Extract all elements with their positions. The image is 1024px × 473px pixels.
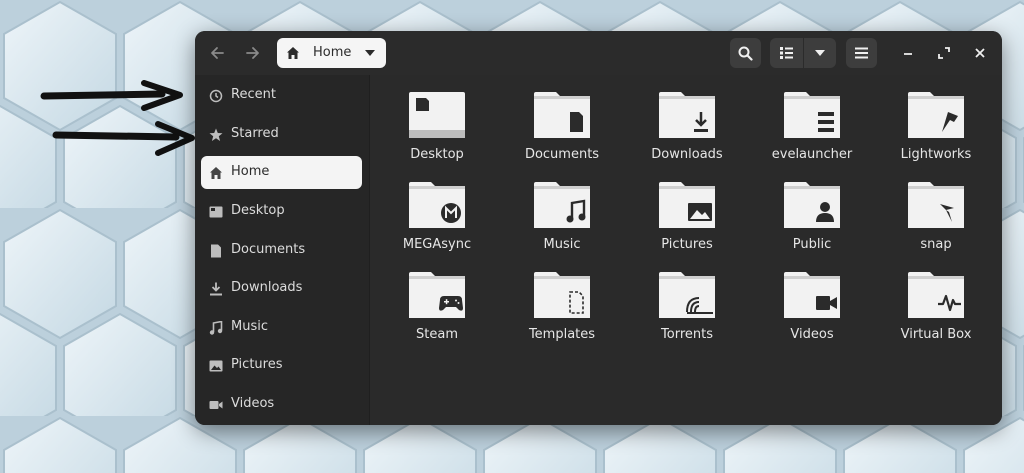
sidebar-item-label: Pictures [231, 357, 283, 372]
music-icon [209, 321, 223, 335]
file-item-music[interactable]: Music [507, 182, 617, 262]
sidebar: Recent Starred Home Desktop Documents Do… [195, 75, 370, 425]
document-icon [211, 244, 221, 258]
view-options-group [770, 38, 836, 68]
sidebar-item-desktop[interactable]: Desktop [201, 195, 362, 228]
file-item-label: Downloads [651, 147, 723, 162]
annotation-arrow-starred [52, 121, 195, 156]
back-button[interactable] [204, 39, 232, 67]
sidebar-item-label: Downloads [231, 280, 303, 295]
close-icon[interactable] [970, 43, 990, 63]
file-item-steam[interactable]: Steam [382, 272, 492, 352]
video-icon [209, 401, 223, 409]
file-item-snap[interactable]: snap [881, 182, 991, 262]
sidebar-item-pictures[interactable]: Pictures [201, 349, 362, 382]
file-item-evelauncher[interactable]: evelauncher [757, 92, 867, 172]
public-folder-icon [784, 182, 840, 228]
picture-icon [209, 360, 223, 372]
virtualbox-folder-icon [908, 272, 964, 318]
file-item-label: Pictures [661, 237, 713, 252]
pictures-folder-icon [659, 182, 715, 228]
file-item-label: Lightworks [900, 147, 972, 162]
sidebar-item-starred[interactable]: Starred [201, 118, 362, 151]
arrow-left-icon [211, 47, 224, 59]
file-item-public[interactable]: Public [757, 182, 867, 262]
folder-icon [784, 92, 840, 138]
music-folder-icon [534, 182, 590, 228]
sidebar-item-label: Home [231, 164, 270, 179]
path-bar-home-button[interactable]: Home [277, 38, 386, 68]
file-item-label: Videos [790, 327, 834, 342]
file-item-label: Torrents [661, 327, 713, 342]
file-item-documents[interactable]: Documents [507, 92, 617, 172]
file-item-label: Virtual Box [900, 327, 972, 342]
templates-folder-icon [534, 272, 590, 318]
file-item-lightworks[interactable]: Lightworks [881, 92, 991, 172]
sidebar-item-recent[interactable]: Recent [201, 79, 362, 112]
torrents-folder-icon [659, 272, 715, 318]
download-icon [210, 282, 222, 296]
downloads-folder-icon [659, 92, 715, 138]
file-item-label: Templates [528, 327, 596, 342]
list-view-icon [780, 47, 793, 59]
file-item-label: Desktop [410, 147, 464, 162]
file-item-label: Documents [524, 147, 600, 162]
file-item-label: Public [792, 237, 832, 252]
sidebar-item-label: Documents [231, 242, 306, 257]
minimize-icon[interactable] [898, 43, 918, 63]
sidebar-item-documents[interactable]: Documents [201, 234, 362, 267]
documents-folder-icon [534, 92, 590, 138]
star-icon [209, 128, 223, 141]
file-manager-window: Home Recent Starred Home Desktop Documen… [195, 31, 1002, 425]
videos-folder-icon [784, 272, 840, 318]
arrow-right-icon [246, 47, 259, 59]
sidebar-item-videos[interactable]: Videos [201, 388, 362, 421]
desktop-folder-icon [409, 92, 465, 138]
search-button[interactable] [730, 38, 761, 68]
snap-folder-icon [908, 182, 964, 228]
main-menu-button[interactable] [846, 38, 877, 68]
file-item-label: snap [920, 237, 952, 252]
file-grid: Desktop Documents Downloads evelauncher … [370, 75, 1002, 425]
megasync-folder-icon [409, 182, 465, 228]
header-bar: Home [195, 31, 1002, 75]
path-bar-label: Home [313, 45, 352, 60]
file-item-label: Steam [416, 327, 458, 342]
file-item-megasync[interactable]: MEGAsync [382, 182, 492, 262]
steam-folder-icon [409, 272, 465, 318]
sidebar-item-label: Desktop [231, 203, 285, 218]
home-icon [287, 47, 299, 59]
home-icon [210, 167, 222, 179]
file-item-downloads[interactable]: Downloads [632, 92, 742, 172]
sidebar-item-label: Recent [231, 87, 276, 102]
file-item-templates[interactable]: Templates [507, 272, 617, 352]
chevron-down-icon [365, 50, 375, 56]
chevron-down-icon [815, 50, 825, 56]
view-dropdown-button[interactable] [804, 38, 836, 68]
desktop-icon [209, 206, 223, 218]
sidebar-item-downloads[interactable]: Downloads [201, 272, 362, 305]
sidebar-item-home[interactable]: Home [201, 156, 362, 189]
file-item-virtual-box[interactable]: Virtual Box [881, 272, 991, 352]
file-item-torrents[interactable]: Torrents [632, 272, 742, 352]
clock-icon [209, 89, 223, 103]
file-item-pictures[interactable]: Pictures [632, 182, 742, 262]
sidebar-item-label: Starred [231, 126, 279, 141]
file-item-label: MEGAsync [402, 237, 472, 252]
lightworks-folder-icon [908, 92, 964, 138]
sidebar-item-label: Music [231, 319, 268, 334]
hamburger-menu-icon [855, 47, 868, 59]
file-item-videos[interactable]: Videos [757, 272, 867, 352]
sidebar-item-music[interactable]: Music [201, 311, 362, 344]
sidebar-item-label: Videos [231, 396, 275, 411]
maximize-icon[interactable] [934, 43, 954, 63]
annotation-arrow-recent [40, 80, 183, 111]
file-item-label: Music [543, 237, 581, 252]
file-item-label: evelauncher [771, 147, 853, 162]
list-view-button[interactable] [770, 38, 804, 68]
search-icon [738, 46, 753, 61]
forward-button[interactable] [238, 39, 266, 67]
file-item-desktop[interactable]: Desktop [382, 92, 492, 172]
